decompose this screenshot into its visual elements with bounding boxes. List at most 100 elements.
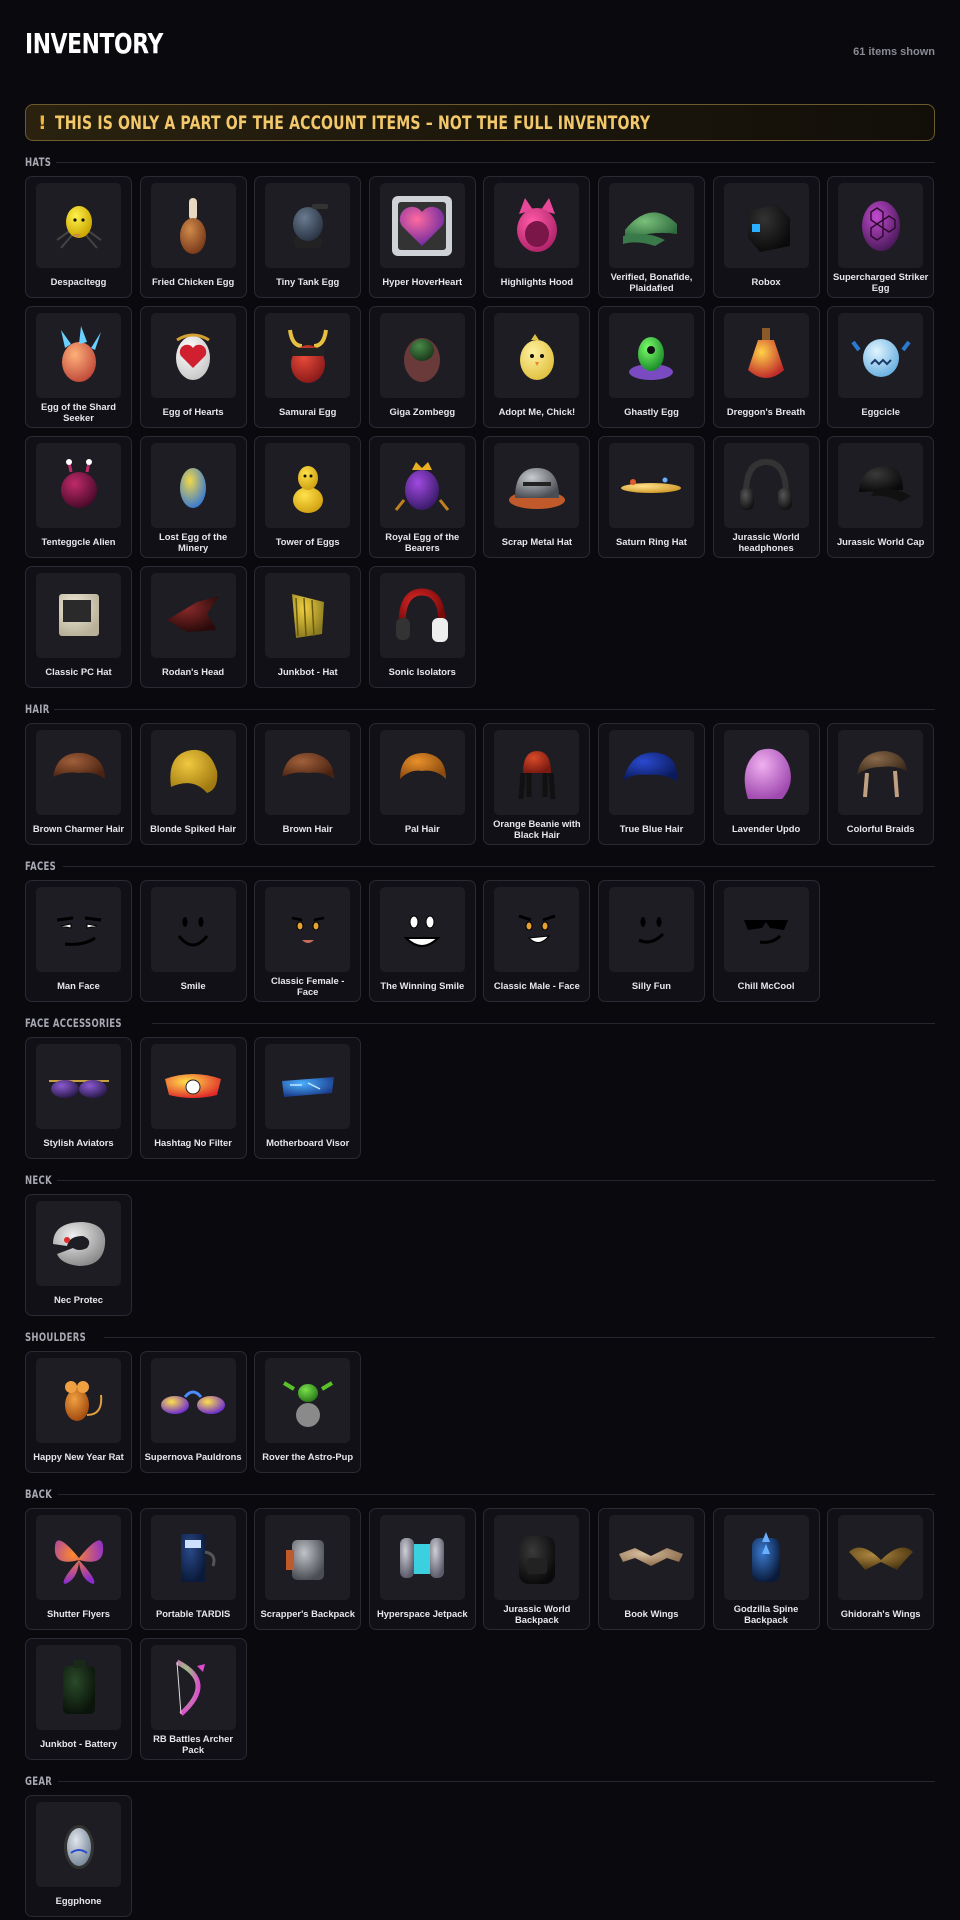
item-card[interactable]: Tenteggcle Alien <box>25 436 132 558</box>
item-name: Supercharged Striker Egg <box>832 271 929 293</box>
jetpack-icon <box>379 1515 465 1600</box>
rodan-head-icon <box>150 573 236 658</box>
item-card[interactable]: Eggcicle <box>827 306 935 428</box>
alien-egg-icon <box>36 443 121 528</box>
item-card[interactable]: Rover the Astro-Pup <box>254 1351 362 1473</box>
item-card[interactable]: Dreggon's Breath <box>712 306 820 428</box>
item-card[interactable]: Egg of the Shard Seeker <box>25 306 132 428</box>
section-title: GEAR <box>25 1774 53 1788</box>
item-card[interactable]: Saturn Ring Hat <box>597 436 705 558</box>
item-card[interactable]: Orange Beanie with Black Hair <box>483 723 591 845</box>
section-title: FACES <box>25 859 57 873</box>
item-card[interactable]: Eggphone <box>25 1795 132 1917</box>
item-card[interactable]: Robox <box>712 176 820 298</box>
item-card[interactable]: Giga Zombegg <box>368 306 476 428</box>
item-card[interactable]: Hyper HoverHeart <box>368 176 476 298</box>
item-card[interactable]: Samurai Egg <box>254 306 362 428</box>
item-card[interactable]: Royal Egg of the Bearers <box>368 436 476 558</box>
item-card[interactable]: Rodan's Head <box>139 566 247 688</box>
royal-egg-icon <box>379 443 465 528</box>
item-card[interactable]: Scrap Metal Hat <box>483 436 591 558</box>
pc-monitor-icon <box>36 573 121 658</box>
item-card[interactable]: Happy New Year Rat <box>25 1351 132 1473</box>
item-card[interactable]: Classic Female - Face <box>254 880 362 1002</box>
item-card[interactable]: Supercharged Striker Egg <box>827 176 935 298</box>
item-card[interactable]: Tiny Tank Egg <box>254 176 362 298</box>
item-name: Brown Charmer Hair <box>32 823 125 835</box>
item-card[interactable]: Jurassic World Backpack <box>483 1508 591 1630</box>
item-card[interactable]: Colorful Braids <box>827 723 935 845</box>
male-face-icon <box>494 887 580 972</box>
astro-pup-icon <box>265 1358 351 1443</box>
item-card[interactable]: Motherboard Visor <box>254 1037 362 1159</box>
scrap-helmet-icon <box>494 443 580 528</box>
ice-monster-icon <box>838 313 924 398</box>
item-card[interactable]: Highlights Hood <box>483 176 591 298</box>
item-card[interactable]: Hyperspace Jetpack <box>368 1508 476 1630</box>
item-card[interactable]: Stylish Aviators <box>25 1037 132 1159</box>
item-name: Scrap Metal Hat <box>501 536 573 548</box>
item-card[interactable]: Shutter Flyers <box>25 1508 132 1630</box>
smile-face-icon <box>150 887 236 972</box>
item-card[interactable]: Brown Charmer Hair <box>25 723 132 845</box>
item-card[interactable]: Despacitegg <box>25 176 132 298</box>
item-card[interactable]: Egg of Hearts <box>139 306 247 428</box>
visor-glasses-icon <box>150 1044 236 1129</box>
item-card[interactable]: Tower of Eggs <box>254 436 362 558</box>
winning-smile-icon <box>379 887 465 972</box>
item-card[interactable]: Junkbot - Battery <box>25 1638 132 1760</box>
item-card[interactable]: Classic PC Hat <box>25 566 132 688</box>
item-card[interactable]: Hashtag No Filter <box>139 1037 247 1159</box>
purple-hex-egg-icon <box>838 183 924 268</box>
item-card[interactable]: Fried Chicken Egg <box>139 176 247 298</box>
blue-hair-icon <box>608 730 694 815</box>
item-card[interactable]: Man Face <box>25 880 132 1002</box>
item-card[interactable]: Adopt Me, Chick! <box>483 306 591 428</box>
item-card[interactable]: Portable TARDIS <box>139 1508 247 1630</box>
item-card[interactable]: Lavender Updo <box>712 723 820 845</box>
item-card[interactable]: RB Battles Archer Pack <box>139 1638 247 1760</box>
item-card[interactable]: The Winning Smile <box>368 880 476 1002</box>
section-title: HATS <box>25 155 52 169</box>
item-name: Adopt Me, Chick! <box>498 406 576 418</box>
rat-icon <box>36 1358 121 1443</box>
section-divider <box>57 1179 935 1181</box>
item-card[interactable]: Blonde Spiked Hair <box>139 723 247 845</box>
item-card[interactable]: True Blue Hair <box>597 723 705 845</box>
section-header: HAIR <box>25 702 935 716</box>
brown-hair-icon <box>265 730 351 815</box>
braids-hair-icon <box>838 730 924 815</box>
item-card[interactable]: Godzilla Spine Backpack <box>712 1508 820 1630</box>
ore-egg-icon <box>150 443 236 528</box>
item-card[interactable]: Lost Egg of the Minery <box>139 436 247 558</box>
item-name: Blonde Spiked Hair <box>150 823 237 835</box>
item-card[interactable]: Junkbot - Hat <box>254 566 362 688</box>
item-card[interactable]: Book Wings <box>597 1508 705 1630</box>
dragon-wings-icon <box>838 1515 924 1600</box>
item-card[interactable]: Ghidorah's Wings <box>827 1508 935 1630</box>
item-card[interactable]: Chill McCool <box>712 880 820 1002</box>
item-card[interactable]: Ghastly Egg <box>597 306 705 428</box>
item-card[interactable]: Brown Hair <box>254 723 362 845</box>
item-name: Classic PC Hat <box>45 666 112 678</box>
item-card[interactable]: Jurassic World headphones <box>712 436 820 558</box>
item-name: True Blue Hair <box>619 823 684 835</box>
item-card[interactable]: Pal Hair <box>368 723 476 845</box>
potion-icon <box>723 313 809 398</box>
warning-banner: ! THIS IS ONLY A PART OF THE ACCOUNT ITE… <box>25 104 935 141</box>
item-name: Jurassic World Backpack <box>503 1603 571 1625</box>
section-divider <box>57 1780 935 1782</box>
item-card[interactable]: Sonic Isolators <box>368 566 476 688</box>
item-card[interactable]: Silly Fun <box>597 880 705 1002</box>
item-card[interactable]: Classic Male - Face <box>483 880 591 1002</box>
item-name: Jurassic World headphones <box>732 531 800 553</box>
item-name: Orange Beanie with Black Hair <box>493 818 581 840</box>
item-card[interactable]: Supernova Pauldrons <box>139 1351 247 1473</box>
item-card[interactable]: Scrapper's Backpack <box>254 1508 362 1630</box>
section-neck: NECK Nec Protec <box>25 1173 935 1316</box>
section-title: HAIR <box>25 702 50 716</box>
item-card[interactable]: Verified, Bonafide, Plaidafied <box>597 176 705 298</box>
item-card[interactable]: Smile <box>139 880 247 1002</box>
item-card[interactable]: Nec Protec <box>25 1194 132 1316</box>
item-card[interactable]: Jurassic World Cap <box>827 436 935 558</box>
